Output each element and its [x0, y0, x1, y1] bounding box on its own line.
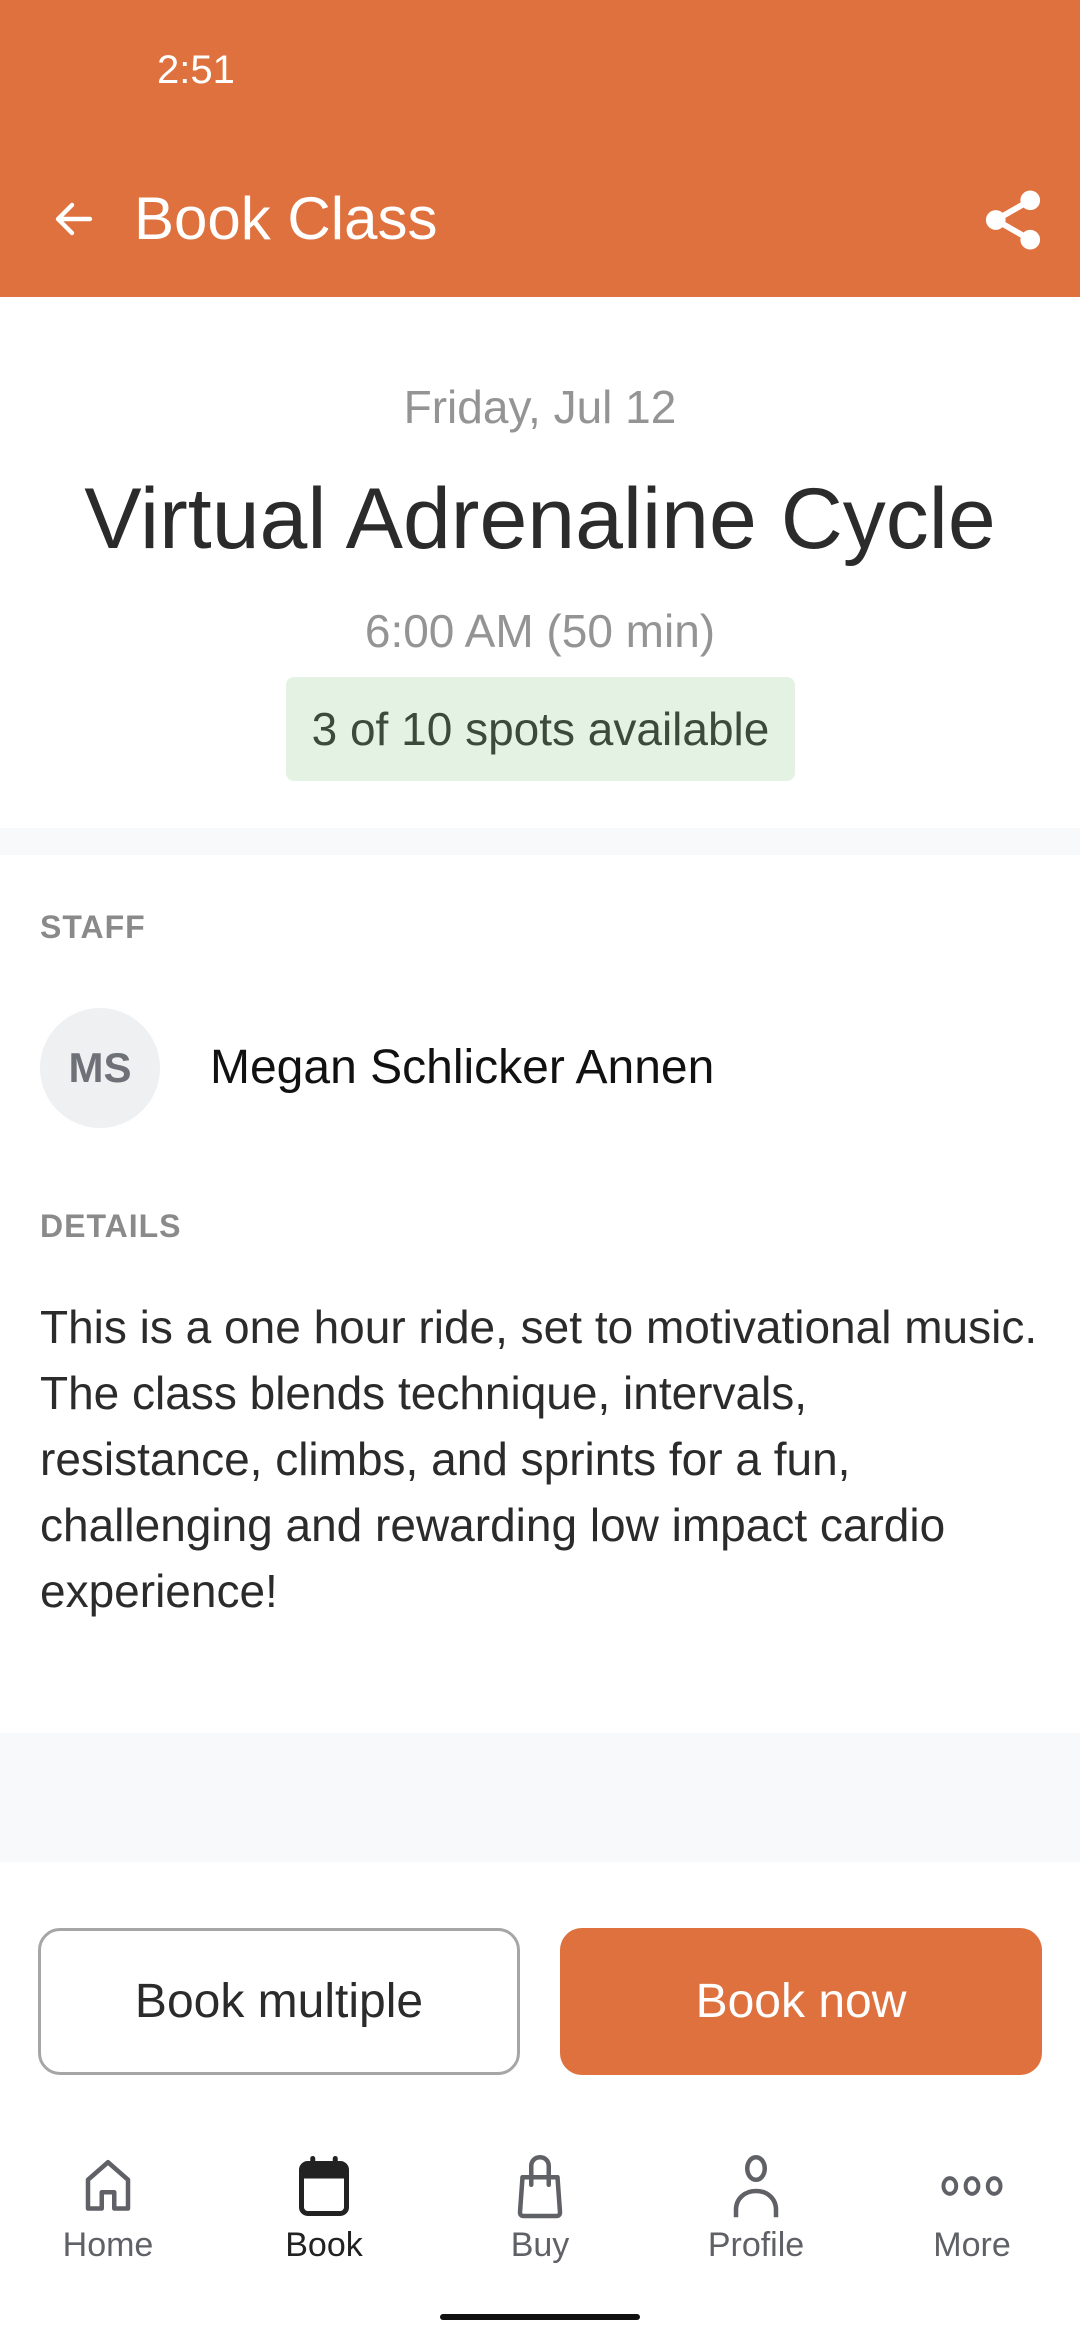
nav-item-book[interactable]: Book [216, 2150, 432, 2290]
share-button[interactable] [978, 184, 1048, 256]
nav-item-home[interactable]: Home [0, 2150, 216, 2290]
section-divider [0, 1733, 1080, 1862]
nav-label-profile: Profile [707, 2226, 805, 2264]
nav-item-profile[interactable]: Profile [648, 2150, 864, 2290]
shopping-bag-icon [517, 2154, 563, 2219]
class-description: This is a one hour ride, set to motivati… [40, 1301, 1038, 1617]
bottom-nav: Home Book Buy Profile More [0, 2150, 1080, 2290]
page-title: Book Class [134, 185, 438, 252]
staff-label: STAFF [40, 909, 146, 945]
nav-item-more[interactable]: More [864, 2150, 1080, 2290]
person-icon [733, 2155, 779, 2218]
status-bar-time: 2:51 [157, 48, 235, 92]
book-now-button[interactable]: Book now [560, 1928, 1042, 2075]
nav-label-buy: Buy [510, 2226, 570, 2264]
nav-label-home: Home [62, 2226, 154, 2264]
nav-label-book: Book [285, 2226, 363, 2264]
section-divider [0, 828, 1080, 855]
nav-label-more: More [933, 2226, 1011, 2264]
more-dots-icon [941, 2176, 1003, 2196]
share-icon [985, 190, 1041, 250]
calendar-icon [299, 2156, 349, 2216]
back-button[interactable] [44, 186, 104, 252]
availability-badge: 3 of 10 spots available [286, 677, 795, 781]
home-indicator[interactable] [440, 2314, 640, 2320]
arrow-left-icon [55, 202, 93, 236]
class-date: Friday, Jul 12 [403, 381, 677, 433]
staff-name[interactable]: Megan Schlicker Annen [210, 1040, 714, 1095]
app-header: 2:51 Book Class [0, 0, 1080, 297]
class-name: Virtual Adrenaline Cycle [84, 471, 996, 567]
nav-item-buy[interactable]: Buy [432, 2150, 648, 2290]
book-multiple-button[interactable]: Book multiple [38, 1928, 520, 2075]
staff-initials: MS [68, 1044, 132, 1091]
details-label: DETAILS [40, 1208, 182, 1244]
staff-avatar[interactable]: MS [40, 1008, 160, 1128]
class-time: 6:00 AM (50 min) [364, 605, 716, 657]
home-icon [85, 2160, 131, 2211]
